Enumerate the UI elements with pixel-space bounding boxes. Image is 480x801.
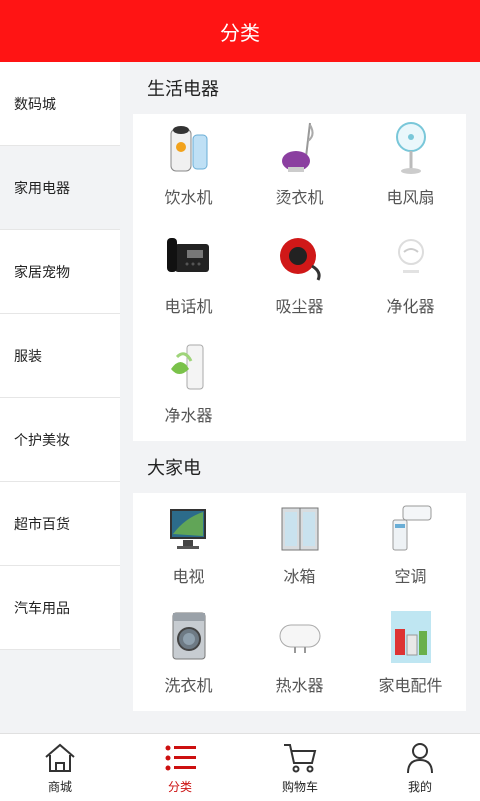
category-label: 冰箱 xyxy=(283,567,316,586)
nav-label: 商城 xyxy=(47,779,72,794)
appliance-parts-icon xyxy=(381,608,441,664)
nav-label: 我的 xyxy=(407,779,432,794)
sidebar-item-label: 家用电器 xyxy=(14,180,70,197)
sidebar-item-label: 超市百货 xyxy=(14,516,70,533)
nav-item-mine[interactable]: 我的 xyxy=(360,734,480,801)
user-icon xyxy=(407,742,433,773)
electric-fan-icon xyxy=(381,120,441,176)
category-grid: 电视 冰箱 空调 洗衣机 热水器 家电配件 xyxy=(133,493,466,711)
water-heater-icon xyxy=(270,608,330,664)
sidebar-item-clothing[interactable]: 服装 xyxy=(0,314,120,398)
category-label: 电视 xyxy=(172,567,205,586)
category-label: 空调 xyxy=(394,567,427,586)
sidebar-item-home-pets[interactable]: 家居宠物 xyxy=(0,230,120,314)
category-item-refrigerator[interactable]: 冰箱 xyxy=(244,493,355,602)
category-item-water-dispenser[interactable]: 饮水机 xyxy=(133,114,244,223)
category-item-appliance-parts[interactable]: 家电配件 xyxy=(355,602,466,711)
water-dispenser-icon xyxy=(159,120,219,176)
category-label: 电风扇 xyxy=(386,188,435,207)
page-title: 分类 xyxy=(220,20,260,45)
sidebar-item-home-appliances[interactable]: 家用电器 xyxy=(0,146,120,230)
category-grid: 饮水机 烫衣机 电风扇 电话机 吸尘器 净化器 净水器 xyxy=(133,114,466,441)
category-item-water-heater[interactable]: 热水器 xyxy=(244,602,355,711)
category-item-air-purifier[interactable]: 净化器 xyxy=(355,223,466,332)
section-title: 大家电 xyxy=(147,458,201,479)
telephone-icon xyxy=(159,229,219,285)
sidebar-item-personal-care[interactable]: 个护美妆 xyxy=(0,398,120,482)
category-item-washing-machine[interactable]: 洗衣机 xyxy=(133,602,244,711)
bottom-nav: 商城 分类 购物车 我的 xyxy=(0,733,480,801)
cart-icon xyxy=(284,743,317,772)
washing-machine-icon xyxy=(159,608,219,664)
category-label: 吸尘器 xyxy=(275,297,324,316)
category-item-electric-fan[interactable]: 电风扇 xyxy=(355,114,466,223)
category-label: 家电配件 xyxy=(378,676,443,695)
category-label: 烫衣机 xyxy=(275,188,324,207)
home-icon xyxy=(45,743,75,772)
category-content[interactable]: 生活电器 饮水机 烫衣机 电风扇 电话机 吸尘器 净化器 净水器 大家电 电视 … xyxy=(120,62,480,733)
category-item-vacuum-cleaner[interactable]: 吸尘器 xyxy=(244,223,355,332)
garment-steamer-icon xyxy=(270,120,330,176)
nav-label: 分类 xyxy=(167,779,192,794)
nav-item-category[interactable]: 分类 xyxy=(120,734,240,801)
category-item-garment-steamer[interactable]: 烫衣机 xyxy=(244,114,355,223)
sidebar-item-label: 家居宠物 xyxy=(14,264,70,281)
sidebar-item-label: 数码城 xyxy=(14,96,56,113)
air-conditioner-icon xyxy=(381,499,441,555)
category-label: 净水器 xyxy=(164,406,213,425)
category-item-television[interactable]: 电视 xyxy=(133,493,244,602)
water-purifier-icon xyxy=(159,338,219,394)
top-bar: 分类 xyxy=(0,0,480,62)
nav-item-mall[interactable]: 商城 xyxy=(0,734,120,801)
category-item-water-purifier[interactable]: 净水器 xyxy=(133,332,244,441)
sidebar-item-label: 汽车用品 xyxy=(14,600,70,617)
sidebar-item-auto[interactable]: 汽车用品 xyxy=(0,566,120,650)
category-label: 净化器 xyxy=(386,297,435,316)
television-icon xyxy=(159,499,219,555)
category-item-air-conditioner[interactable]: 空调 xyxy=(355,493,466,602)
sidebar-item-label: 个护美妆 xyxy=(14,432,70,449)
refrigerator-icon xyxy=(270,499,330,555)
section-title: 生活电器 xyxy=(147,79,219,100)
vacuum-cleaner-icon xyxy=(270,229,330,285)
air-purifier-icon xyxy=(381,229,441,285)
nav-label: 购物车 xyxy=(281,779,318,794)
sidebar-item-digital[interactable]: 数码城 xyxy=(0,62,120,146)
sidebar-item-label: 服装 xyxy=(14,348,42,365)
category-label: 热水器 xyxy=(275,676,324,695)
category-label: 洗衣机 xyxy=(164,676,213,695)
category-label: 饮水机 xyxy=(164,188,213,207)
list-icon xyxy=(165,745,196,770)
sidebar-item-supermarket[interactable]: 超市百货 xyxy=(0,482,120,566)
category-item-telephone[interactable]: 电话机 xyxy=(133,223,244,332)
category-sidebar: 数码城 家用电器 家居宠物 服装 个护美妆 超市百货 汽车用品 xyxy=(0,62,120,733)
nav-item-cart[interactable]: 购物车 xyxy=(240,734,360,801)
category-label: 电话机 xyxy=(164,297,213,316)
